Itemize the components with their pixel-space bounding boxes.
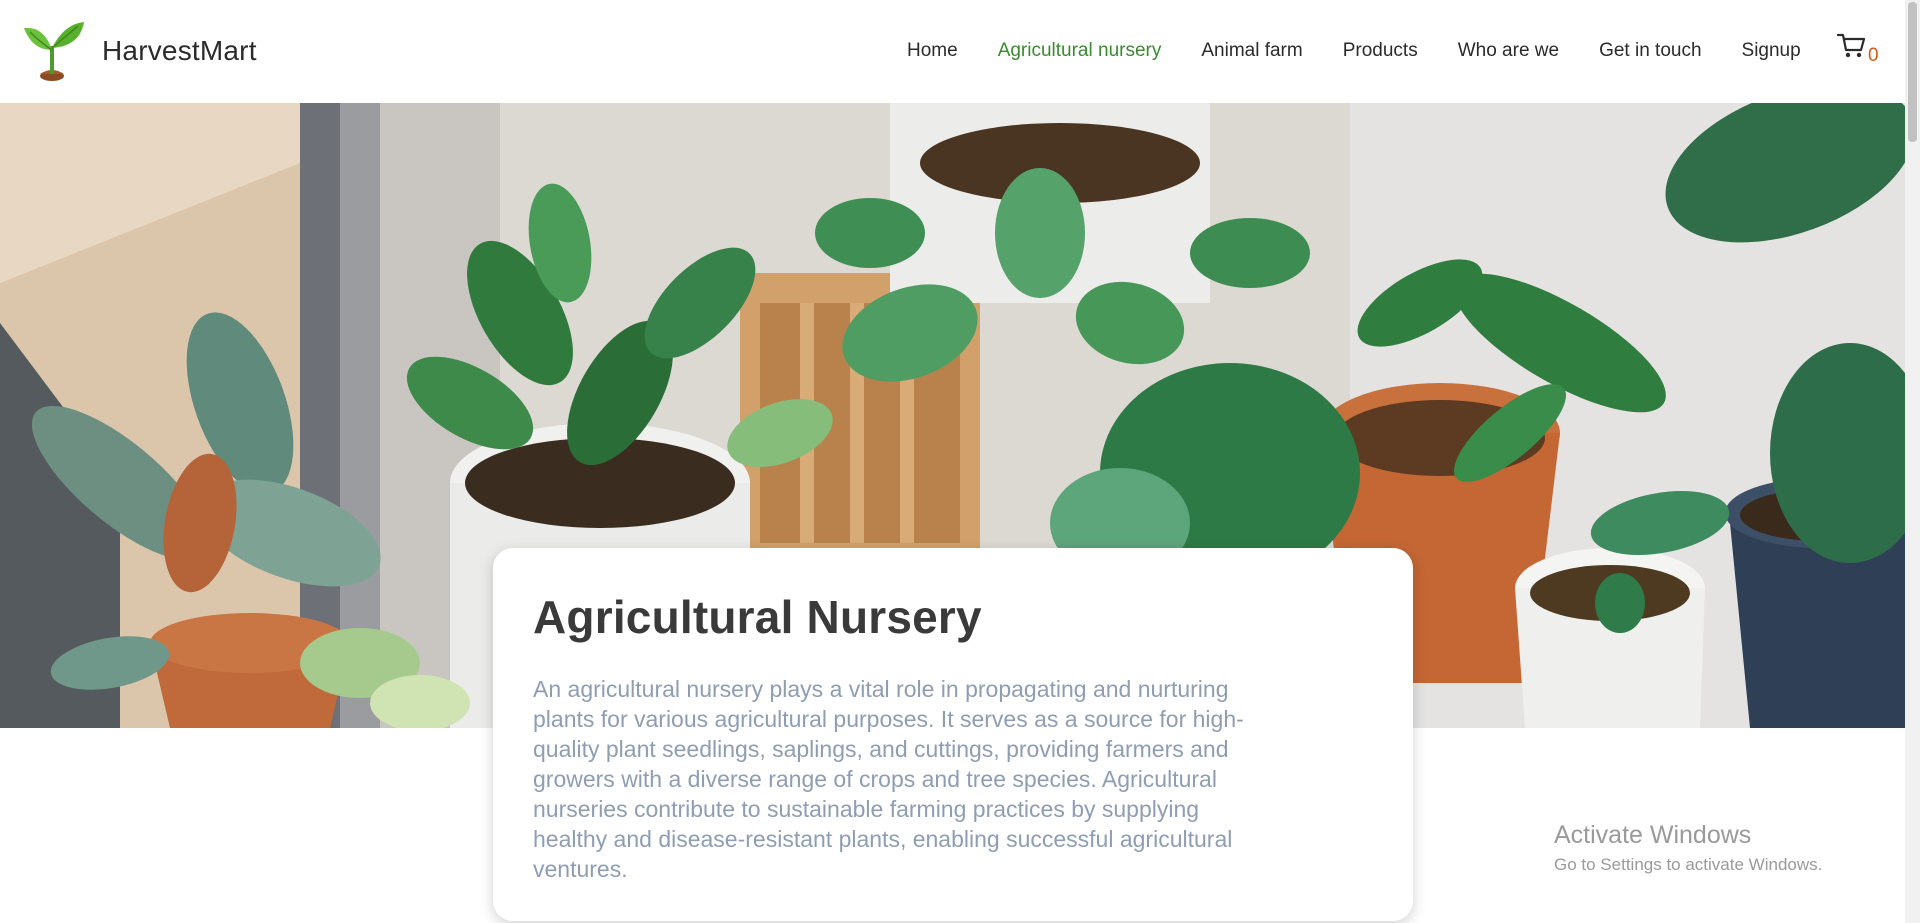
nav-get-in-touch[interactable]: Get in touch: [1599, 40, 1701, 62]
page-title: Agricultural Nursery: [533, 591, 982, 643]
watermark-title: Activate Windows: [1554, 821, 1752, 849]
nav-home[interactable]: Home: [907, 40, 958, 62]
brand-name: HarvestMart: [102, 35, 257, 66]
navbar: HarvestMart Home Agricultural nursery An…: [0, 0, 1905, 103]
main-nav: Home Agricultural nursery Animal farm Pr…: [907, 36, 1841, 66]
cart-count: 0: [1868, 45, 1879, 66]
nursery-description: An agricultural nursery plays a vital ro…: [533, 676, 1244, 882]
nav-who-are-we[interactable]: Who are we: [1458, 40, 1559, 62]
nursery-card: Agricultural Nursery An agricultural nur…: [493, 548, 1413, 921]
sprout-icon: [24, 22, 84, 81]
watermark-subtitle: Go to Settings to activate Windows.: [1554, 855, 1823, 874]
cart-button[interactable]: 0: [1837, 33, 1879, 65]
nav-products[interactable]: Products: [1343, 40, 1418, 62]
page-scrollbar[interactable]: [1905, 0, 1920, 923]
nav-signup[interactable]: Signup: [1742, 40, 1801, 62]
nav-animal-farm[interactable]: Animal farm: [1201, 40, 1302, 62]
brand-link[interactable]: HarvestMart: [18, 20, 257, 82]
activate-windows-watermark: Activate Windows Go to Settings to activ…: [1554, 820, 1822, 878]
nav-agricultural-nursery[interactable]: Agricultural nursery: [998, 40, 1162, 62]
scrollbar-thumb[interactable]: [1908, 2, 1917, 142]
cart-icon: [1837, 33, 1865, 58]
